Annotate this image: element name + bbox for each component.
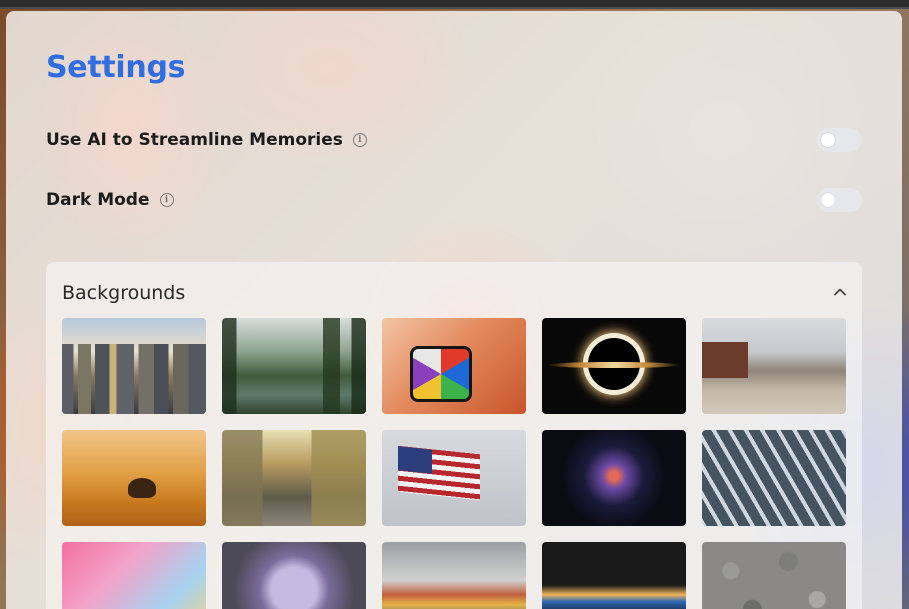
ai-memories-toggle[interactable] bbox=[816, 128, 862, 152]
chevron-up-icon[interactable] bbox=[832, 284, 848, 300]
info-icon[interactable]: i bbox=[159, 193, 174, 207]
setting-row-ai-memories: Use AI to Streamline Memories i bbox=[46, 125, 862, 155]
toggle-knob bbox=[821, 193, 835, 207]
page-title: Settings bbox=[46, 50, 186, 85]
setting-row-dark-mode: Dark Mode i bbox=[46, 185, 862, 215]
info-icon[interactable]: i bbox=[352, 133, 367, 147]
background-thumbnail-harbor[interactable] bbox=[382, 542, 526, 609]
background-thumbnail-forest[interactable] bbox=[222, 318, 366, 414]
background-thumbnail-glass[interactable] bbox=[702, 430, 846, 526]
background-thumbnail-horizon[interactable] bbox=[542, 542, 686, 609]
window-top-bar bbox=[0, 0, 909, 9]
background-thumbnail-black-hole[interactable] bbox=[542, 318, 686, 414]
background-thumbnail-gradient[interactable] bbox=[62, 542, 206, 609]
background-thumbnail-puzzle[interactable] bbox=[382, 318, 526, 414]
background-thumbnail-pebbles[interactable] bbox=[702, 542, 846, 609]
background-thumbnail-flag[interactable] bbox=[382, 430, 526, 526]
background-thumbnail-nebula[interactable] bbox=[542, 430, 686, 526]
background-thumbnail-brain[interactable] bbox=[222, 542, 366, 609]
background-thumbnail-city[interactable] bbox=[62, 318, 206, 414]
setting-label-ai-memories: Use AI to Streamline Memories bbox=[46, 130, 343, 150]
backgrounds-title: Backgrounds bbox=[62, 282, 186, 304]
dark-mode-toggle[interactable] bbox=[816, 188, 862, 212]
background-thumbnail-coast[interactable] bbox=[702, 318, 846, 414]
backgrounds-grid bbox=[62, 318, 846, 609]
background-thumbnail-desert[interactable] bbox=[62, 430, 206, 526]
setting-label-dark-mode: Dark Mode bbox=[46, 190, 150, 210]
toggle-knob bbox=[821, 133, 835, 147]
backgrounds-section: Backgrounds bbox=[46, 262, 862, 609]
background-thumbnail-street[interactable] bbox=[222, 430, 366, 526]
